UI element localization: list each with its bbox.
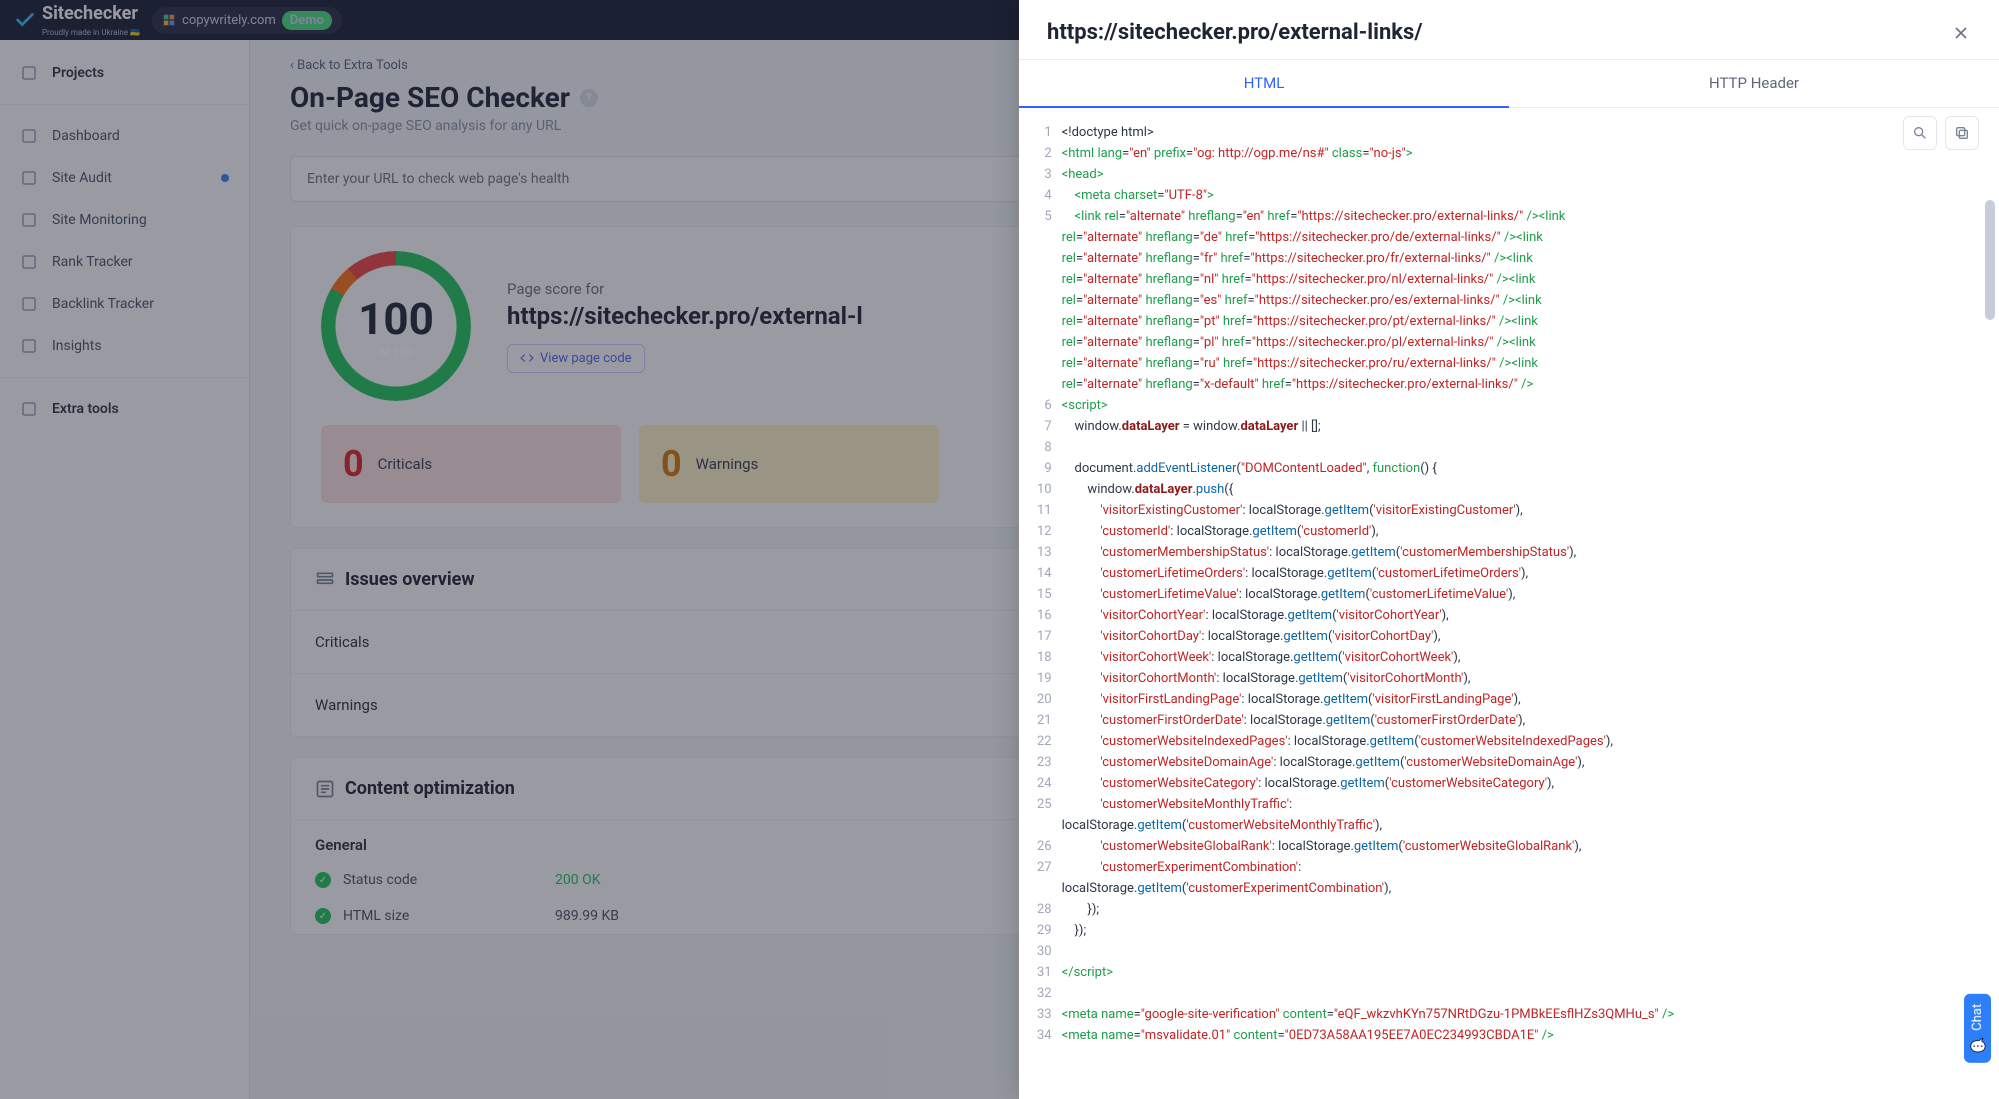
score-value: 100: [358, 293, 434, 345]
search-code-button[interactable]: [1903, 116, 1937, 150]
tab-html[interactable]: HTML: [1019, 60, 1509, 108]
line-gutter: 1234567891011121314151617181920212223242…: [1019, 108, 1062, 1060]
chat-button[interactable]: 💬 Chat: [1964, 994, 1991, 1063]
copy-code-button[interactable]: [1945, 116, 1979, 150]
score-of: of 100: [379, 345, 413, 359]
search-icon: [1912, 125, 1928, 141]
source-code: <!doctype html> <html lang="en" prefix="…: [1062, 108, 1695, 1060]
copy-icon: [1954, 125, 1970, 141]
scrollbar-thumb[interactable]: [1985, 200, 1995, 320]
drawer-title: https://sitechecker.pro/external-links/: [1047, 20, 1423, 45]
tab-http-header[interactable]: HTTP Header: [1509, 60, 1999, 107]
close-icon[interactable]: [1951, 23, 1971, 43]
drawer-tabs: HTML HTTP Header: [1019, 60, 1999, 108]
code-drawer: https://sitechecker.pro/external-links/ …: [1019, 0, 1999, 1099]
code-viewer[interactable]: 1234567891011121314151617181920212223242…: [1019, 108, 1999, 1099]
